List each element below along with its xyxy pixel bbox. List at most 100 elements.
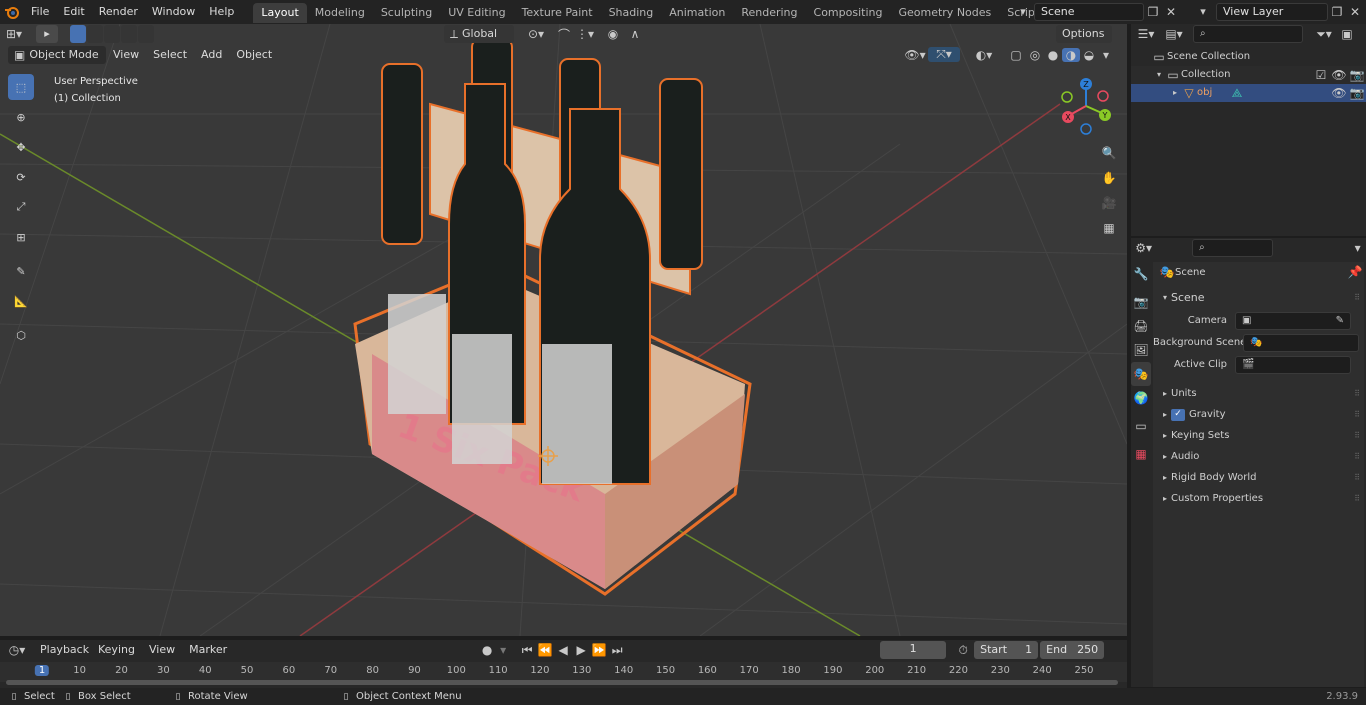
- measure-tool[interactable]: 📐: [8, 288, 34, 314]
- gravity-drag-icon[interactable]: ⠿: [1350, 404, 1364, 425]
- vp-menu-add[interactable]: Add: [194, 45, 229, 64]
- render-tab-icon[interactable]: 📷: [1131, 290, 1151, 314]
- timeline-scrollbar[interactable]: [6, 680, 1118, 685]
- output-tab-icon[interactable]: 🖨: [1131, 314, 1151, 338]
- outliner-row-collection[interactable]: ▾ ▭ Collection ☑ 👁 📷: [1131, 66, 1366, 84]
- section-units[interactable]: ▸ Units ⠿: [1153, 383, 1364, 404]
- select-new-icon[interactable]: [70, 25, 86, 43]
- obj-visibility-icon[interactable]: 👁: [1330, 84, 1348, 102]
- eyedropper-icon[interactable]: ✎: [1336, 313, 1344, 329]
- prev-keyframe-icon[interactable]: ⏪: [536, 643, 554, 657]
- pan-hand-icon[interactable]: ✋: [1098, 167, 1120, 189]
- obj-render-icon[interactable]: 📷: [1348, 84, 1366, 102]
- rotate-tool[interactable]: ⟳: [8, 164, 34, 190]
- overlays-icon[interactable]: ◐▾: [966, 48, 1002, 62]
- vp-menu-select[interactable]: Select: [146, 45, 194, 64]
- play-reverse-icon[interactable]: ◀: [554, 643, 572, 657]
- tab-sculpting[interactable]: Sculpting: [373, 3, 440, 23]
- timeline-editor-icon[interactable]: ◷▾: [0, 643, 34, 657]
- tab-modeling[interactable]: Modeling: [307, 3, 373, 23]
- outliner-search[interactable]: ⌕: [1193, 25, 1303, 43]
- menu-file[interactable]: File: [24, 0, 56, 24]
- current-frame-field[interactable]: 1: [880, 641, 947, 659]
- navigation-gizmo[interactable]: Z Y X: [1056, 76, 1118, 138]
- section-audio[interactable]: ▸ Audio ⠿: [1153, 446, 1364, 467]
- outliner-row-scene-collection[interactable]: ▭ Scene Collection: [1131, 48, 1366, 66]
- start-frame-field[interactable]: Start 1: [974, 641, 1039, 659]
- tab-layout[interactable]: Layout: [253, 3, 307, 23]
- world-tab-icon[interactable]: 🌍: [1131, 386, 1151, 410]
- expand-collection-icon[interactable]: ▾: [1153, 66, 1165, 84]
- transform-orientation-dropdown[interactable]: ⟂ Global: [444, 25, 514, 43]
- timeline-menu-view[interactable]: View: [142, 640, 182, 660]
- move-tool[interactable]: ✥: [8, 134, 34, 160]
- scene-tab-icon[interactable]: 🎭: [1131, 362, 1151, 386]
- filter-icon[interactable]: ⏷▾: [1311, 27, 1337, 42]
- view-layer-selector[interactable]: ▾ View Layer ❐ ✕: [1190, 2, 1366, 21]
- 3d-viewport[interactable]: 1 Six Pack: [0, 24, 1127, 636]
- rendered-shading-icon[interactable]: ◒: [1080, 48, 1098, 62]
- section-keying-sets[interactable]: ▸ Keying Sets ⠿: [1153, 425, 1364, 446]
- custom-props-drag-icon[interactable]: ⠿: [1350, 488, 1364, 509]
- background-scene-field[interactable]: 🎭: [1243, 333, 1359, 352]
- camera-field[interactable]: ▣ ✎: [1235, 311, 1351, 330]
- section-rigid-body-world[interactable]: ▸ Rigid Body World ⠿: [1153, 467, 1364, 488]
- blender-logo-icon[interactable]: [0, 0, 24, 24]
- select-invert-icon[interactable]: [121, 25, 137, 43]
- editor-type-icon[interactable]: ⊞▾: [0, 24, 28, 44]
- camera-view-icon[interactable]: 🎥: [1098, 192, 1120, 214]
- active-clip-field[interactable]: 🎬: [1235, 355, 1351, 374]
- menu-help[interactable]: Help: [202, 0, 241, 24]
- tab-rendering[interactable]: Rendering: [733, 3, 805, 23]
- expand-obj-icon[interactable]: ▸: [1169, 84, 1181, 102]
- collection-visibility-icon[interactable]: 👁: [1330, 66, 1348, 84]
- tab-geometry-nodes[interactable]: Geometry Nodes: [890, 3, 999, 23]
- outliner-editor-icon[interactable]: ☰▾: [1131, 27, 1161, 41]
- rigid-body-drag-icon[interactable]: ⠿: [1350, 467, 1364, 488]
- next-keyframe-icon[interactable]: ⏩: [590, 643, 608, 657]
- texture-tab-icon[interactable]: ▦: [1131, 442, 1151, 466]
- add-cube-tool[interactable]: ⬡: [8, 322, 34, 348]
- collection-tab-icon[interactable]: ▭: [1131, 414, 1151, 438]
- units-drag-icon[interactable]: ⠿: [1350, 383, 1364, 404]
- copy-scene-icon[interactable]: ❐: [1144, 5, 1162, 19]
- frame-ruler[interactable]: 1 10 20 30 40 50 60 70 80 90 100 110 120 130 140 150 160…: [0, 662, 1127, 682]
- pin-icon[interactable]: 📌: [1346, 262, 1364, 283]
- jump-end-icon[interactable]: ⏭: [608, 643, 626, 658]
- select-extend-icon[interactable]: [87, 25, 103, 43]
- menu-edit[interactable]: Edit: [56, 0, 91, 24]
- tab-shading[interactable]: Shading: [601, 3, 662, 23]
- outliner-display-icon[interactable]: ▤▾: [1161, 27, 1187, 41]
- copy-view-layer-icon[interactable]: ❐: [1328, 5, 1346, 19]
- view-layer-field[interactable]: View Layer: [1216, 2, 1328, 21]
- scene-selector[interactable]: ▾ Scene ❐ ✕: [1012, 2, 1182, 21]
- falloff-icon[interactable]: ∧: [624, 27, 646, 41]
- timeline-menu-marker[interactable]: Marker: [182, 640, 234, 660]
- vp-menu-object[interactable]: Object: [229, 45, 279, 64]
- tab-uv-editing[interactable]: UV Editing: [440, 3, 513, 23]
- jump-start-icon[interactable]: ⏮: [518, 643, 536, 658]
- gravity-checkbox[interactable]: ✓: [1171, 408, 1185, 421]
- select-subtract-icon[interactable]: [104, 25, 120, 43]
- menu-render[interactable]: Render: [92, 0, 145, 24]
- scale-tool[interactable]: ⤢: [8, 194, 34, 220]
- close-view-layer-icon[interactable]: ✕: [1346, 5, 1364, 19]
- solid-shading-icon[interactable]: ●: [1044, 48, 1062, 62]
- material-shading-icon[interactable]: ◑: [1062, 47, 1080, 62]
- scene-panel-header[interactable]: ▾ Scene ⠿: [1153, 287, 1364, 308]
- visibility-icon[interactable]: 👁▾: [902, 48, 928, 62]
- keying-set-dropdown-icon[interactable]: ▾: [496, 643, 510, 657]
- mode-dropdown[interactable]: ▣ Object Mode: [8, 45, 106, 64]
- view-layer-tab-icon[interactable]: 🖼: [1131, 338, 1151, 362]
- zoom-icon[interactable]: 🔍: [1098, 142, 1120, 164]
- vp-menu-view[interactable]: View: [106, 45, 146, 64]
- cursor-tool[interactable]: ⊕: [8, 104, 34, 130]
- end-frame-field[interactable]: End 250: [1040, 641, 1105, 659]
- tool-tab-icon[interactable]: 🔧: [1131, 262, 1151, 286]
- properties-editor-icon[interactable]: ⚙▾: [1131, 241, 1156, 255]
- pivot-icon[interactable]: ⊙▾: [524, 27, 548, 41]
- shading-options-icon[interactable]: ▾: [1098, 48, 1114, 62]
- tab-animation[interactable]: Animation: [661, 3, 733, 23]
- snap-target-icon[interactable]: ⋮▾: [574, 27, 596, 41]
- outliner-row-obj[interactable]: ▸ ▽ obj ⟁ 👁 📷: [1131, 84, 1366, 102]
